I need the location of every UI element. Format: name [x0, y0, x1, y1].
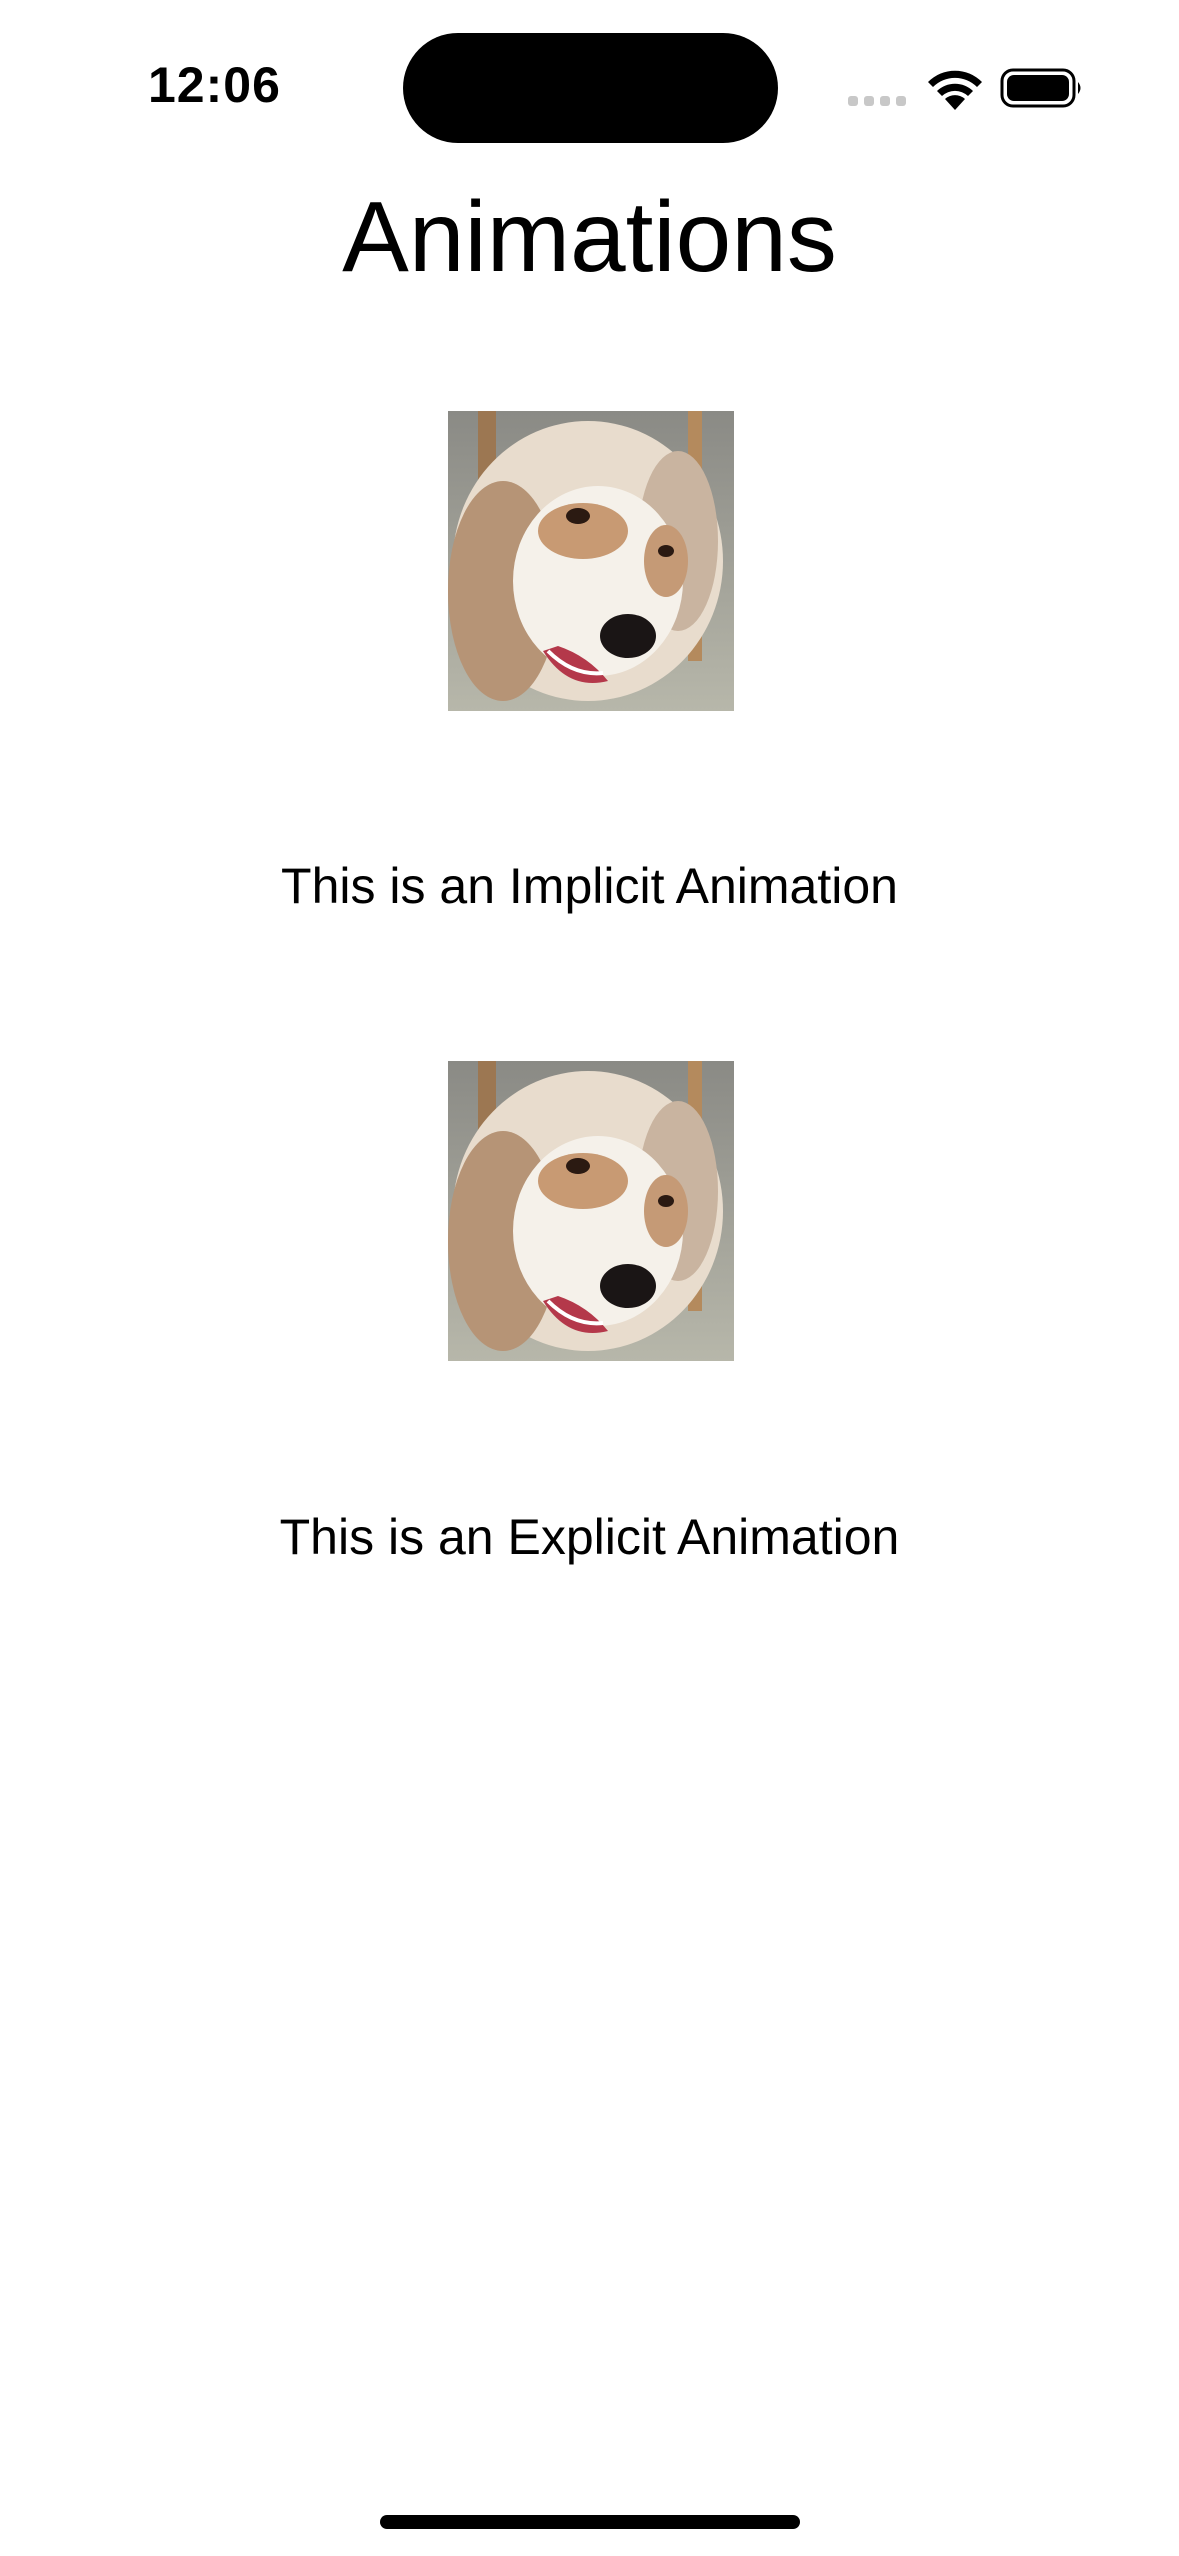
phone-screen: 12:06 Animations This is an Implicit Ani… — [0, 0, 1179, 2556]
wifi-icon — [928, 70, 982, 110]
implicit-animation-caption: This is an Implicit Animation — [281, 858, 898, 914]
status-time: 12:06 — [148, 57, 281, 113]
dog-image — [448, 1061, 734, 1361]
signal-dots-icon — [848, 96, 906, 106]
page-title: Animations — [342, 181, 837, 293]
dog-photo-explicit[interactable] — [448, 1061, 734, 1361]
dynamic-island — [403, 33, 778, 143]
home-indicator[interactable] — [380, 2515, 800, 2529]
dog-image — [448, 411, 734, 711]
explicit-animation-caption: This is an Explicit Animation — [279, 1509, 900, 1565]
battery-icon — [1000, 68, 1081, 108]
dog-photo-implicit[interactable] — [448, 411, 734, 711]
